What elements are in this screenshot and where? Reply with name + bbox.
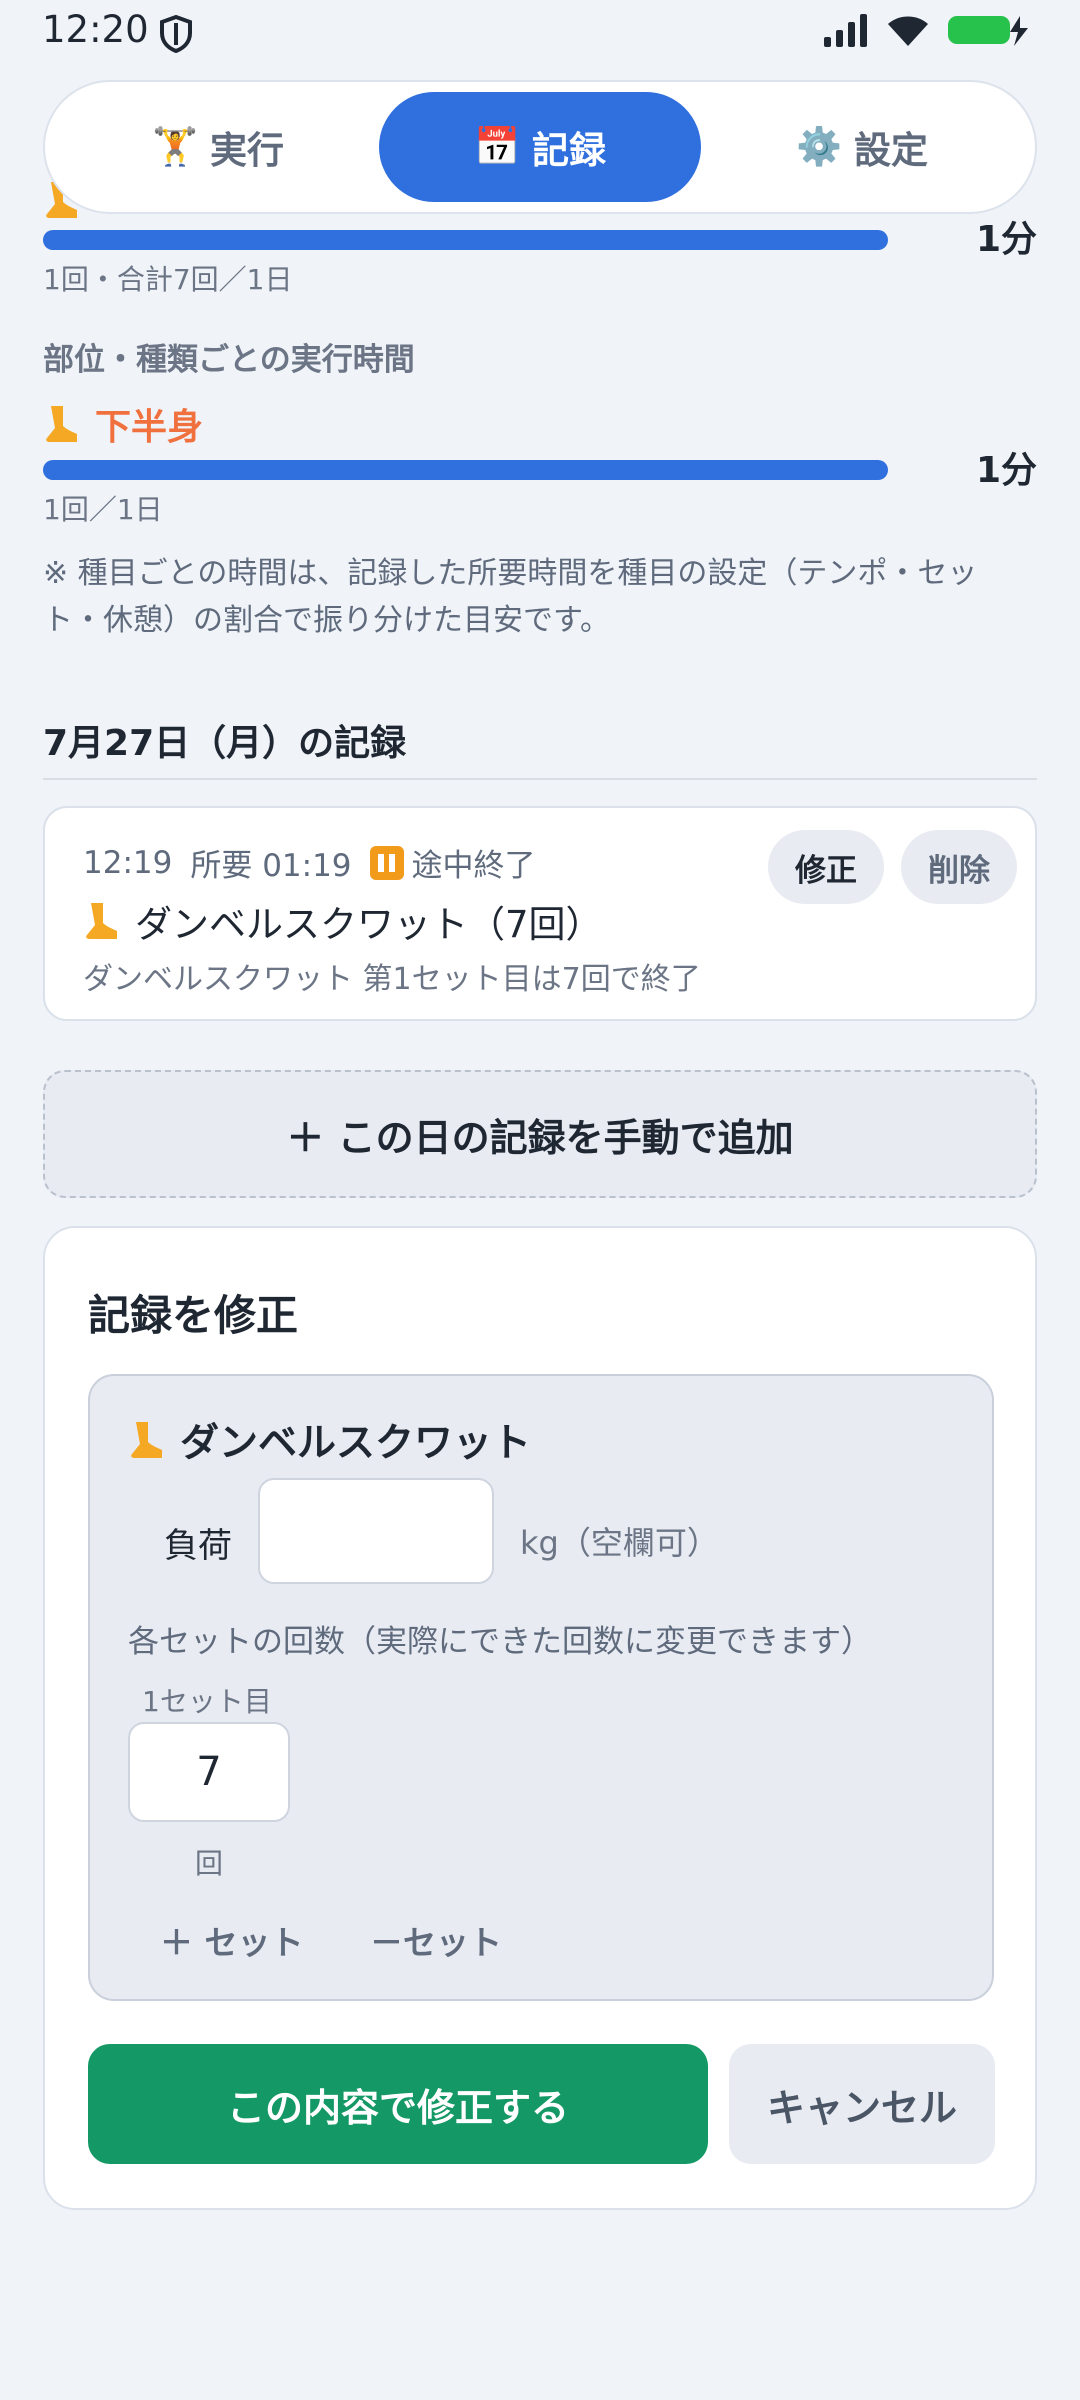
top-sub: 1回・合計7回／1日 <box>43 263 293 296</box>
wifi-icon <box>888 16 928 46</box>
status-indicators <box>822 12 1030 48</box>
load-input[interactable] <box>258 1478 494 1584</box>
add-set-button[interactable]: ＋ セット <box>160 1916 304 1964</box>
submit-edit-button[interactable]: この内容で修正する <box>88 2044 708 2164</box>
tab-bar: 🏋 実行 📅 記録 ⚙️ 設定 <box>43 80 1037 214</box>
edit-title: 記録を修正 <box>88 1291 299 1340</box>
remove-set-button[interactable]: －セット <box>370 1916 502 1964</box>
day-heading: 7月27日（月）の記録 <box>43 723 407 764</box>
record-title: ダンベルスクワット（7回） <box>83 894 603 948</box>
edit-record-card: 記録を修正 ダンベルスクワット 負荷 kg（空欄可） 各セットの回数（実際にでき… <box>43 1226 1037 2210</box>
record-time: 12:19 <box>83 844 173 881</box>
category-sub: 1回／1日 <box>43 493 163 526</box>
battery-charging-icon <box>948 16 1028 46</box>
set-label: 1セット目 <box>142 1685 272 1718</box>
status-time: 12:20 <box>42 8 149 51</box>
add-manual-record-button[interactable]: ＋ この日の記録を手動で追加 <box>43 1070 1037 1198</box>
record-meta: 12:19 所要 01:19 途中終了 <box>83 840 536 885</box>
category-value: 1分 <box>975 450 1037 491</box>
progress-bar-top <box>43 230 888 250</box>
delete-record-button[interactable]: 削除 <box>901 830 1017 904</box>
tab-settings[interactable]: ⚙️ 設定 <box>701 92 1023 202</box>
record-card: 12:19 所要 01:19 途中終了 ダンベルスクワット（7回） ダンベルスク… <box>43 806 1037 1021</box>
tab-settings-label: 設定 <box>854 129 929 172</box>
pause-icon <box>369 845 404 880</box>
signal-icon <box>824 14 867 47</box>
leg-icon <box>86 903 117 939</box>
set-unit: 回 <box>195 1847 224 1880</box>
load-label: 負荷 <box>164 1526 232 1566</box>
edit-record-button[interactable]: 修正 <box>768 830 884 904</box>
exercise-edit-panel: ダンベルスクワット 負荷 kg（空欄可） 各セットの回数（実際にできた回数に変更… <box>88 1374 994 2001</box>
set-reps-input[interactable]: 7 <box>128 1722 290 1822</box>
divider <box>43 778 1037 780</box>
record-subtitle: ダンベルスクワット 第1セット目は7回で終了 <box>83 962 701 997</box>
exercise-name-label: ダンベルスクワット <box>180 1421 532 1466</box>
category-name: 下半身 <box>95 407 204 448</box>
progress-bar-category <box>43 460 888 480</box>
dumbbell-icon: 🏋 <box>151 125 199 168</box>
calendar-icon: 📅 <box>473 125 521 168</box>
section-label: 部位・種類ごとの実行時間 <box>43 342 415 378</box>
tab-run[interactable]: 🏋 実行 <box>57 92 379 202</box>
load-unit: kg（空欄可） <box>520 1524 719 1562</box>
exercise-name: ダンベルスクワット <box>128 1412 531 1468</box>
record-status-label: 途中終了 <box>411 848 536 884</box>
tab-run-label: 実行 <box>210 129 285 172</box>
record-duration: 所要 01:19 <box>190 848 352 884</box>
tab-record-label: 記録 <box>532 129 607 172</box>
sets-description: 各セットの回数（実際にできた回数に変更できます） <box>128 1624 872 1660</box>
leg-icon <box>131 1422 162 1458</box>
record-title-label: ダンベルスクワット（7回） <box>135 903 603 946</box>
record-status: 途中終了 <box>369 840 536 885</box>
cancel-button[interactable]: キャンセル <box>729 2044 995 2164</box>
category-title: 下半身 <box>43 398 203 450</box>
shield-icon <box>160 14 192 54</box>
time-note: ※ 種目ごとの時間は、記録した所要時間を種目の設定（テンポ・セット・休憩）の割合… <box>43 556 978 638</box>
leg-icon <box>46 406 77 442</box>
tab-record[interactable]: 📅 記録 <box>379 92 701 202</box>
top-value: 1分 <box>975 219 1037 260</box>
gear-icon: ⚙️ <box>795 125 843 168</box>
